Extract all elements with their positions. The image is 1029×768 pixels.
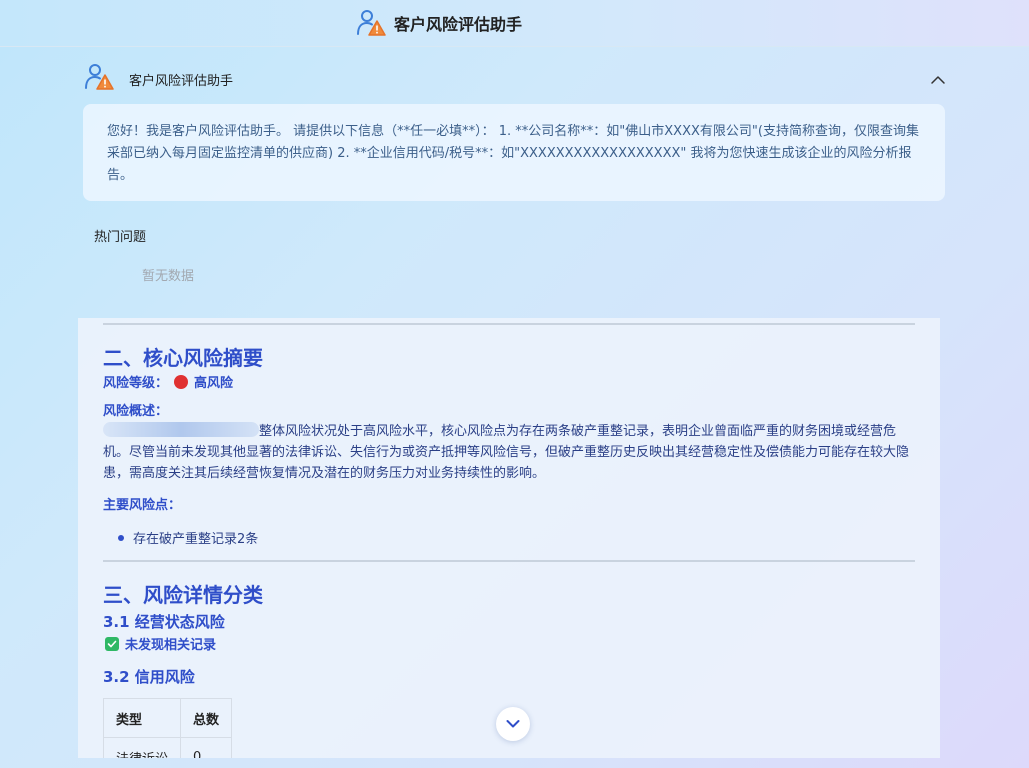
assistant-header: 客户风险评估助手 — [84, 60, 946, 96]
high-risk-dot-icon — [174, 374, 189, 389]
report-panel: 二、核心风险摘要 风险等级： 高风险 风险概述： 整体风险状况处于高风险水平，核… — [78, 318, 940, 758]
section3-title: 三、风险详情分类 — [103, 583, 263, 607]
risk-overview: 整体风险状况处于高风险水平，核心风险点为存在两条破产重整记录，表明企业曾面临严重… — [103, 421, 915, 484]
risk-level-value: 高风险 — [194, 376, 234, 391]
credit-risk-table: 类型 总数 法律诉讼 0 — [102, 698, 233, 758]
hot-questions-title: 热门问题 — [94, 230, 147, 245]
assistant-name: 客户风险评估助手 — [129, 74, 234, 89]
table-header-cell: 类型 — [102, 698, 182, 738]
app-title-wrap: 客户风险评估助手 — [356, 8, 522, 38]
table-row: 法律诉讼 0 — [102, 737, 233, 758]
list-item: 存在破产重整记录2条 — [118, 528, 258, 547]
risk-level-label: 风险等级： — [103, 376, 169, 391]
bullet-dot — [118, 534, 124, 541]
redacted-company-name — [103, 422, 259, 437]
hot-questions-empty: 暂无数据 — [142, 269, 195, 284]
user-warning-icon — [85, 64, 114, 90]
app-header: 客户风险评估助手 — [0, 0, 1029, 47]
chevron-up-icon[interactable] — [930, 74, 946, 86]
table-cell: 0 — [180, 737, 233, 758]
check-icon — [105, 636, 119, 651]
table-cell: 法律诉讼 — [102, 737, 182, 758]
table-header-row: 类型 总数 — [102, 698, 233, 738]
chevron-down-icon — [506, 720, 520, 728]
sub31-status-text: 未发现相关记录 — [125, 638, 217, 653]
subsection-31-title: 3.1 经营状态风险 — [103, 613, 225, 631]
divider — [103, 560, 915, 562]
greeting-message: 您好！我是客户风险评估助手。 请提供以下信息（**任一必填**）： 1. **公… — [83, 104, 945, 201]
main-points-label: 主要风险点： — [103, 498, 182, 513]
scroll-to-bottom-button[interactable] — [496, 707, 530, 741]
divider — [103, 323, 915, 325]
subsection-32-title: 3.2 信用风险 — [103, 668, 195, 686]
risk-level: 风险等级： 高风险 — [103, 372, 233, 391]
sub31-status: 未发现相关记录 — [105, 634, 216, 653]
risk-overview-label: 风险概述： — [103, 404, 169, 419]
user-warning-icon — [357, 10, 386, 36]
section2-title: 二、核心风险摘要 — [103, 346, 263, 370]
app-title: 客户风险评估助手 — [394, 15, 523, 34]
main-point-text: 存在破产重整记录2条 — [133, 532, 259, 547]
table-header-cell: 总数 — [180, 698, 233, 738]
